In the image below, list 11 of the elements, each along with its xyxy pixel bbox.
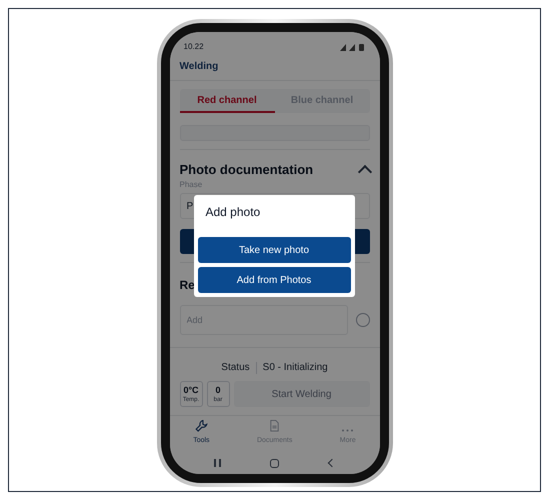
page-title: Welding [180,60,218,74]
status-label: Status [221,361,250,376]
status-time: 10.22 [184,40,204,53]
section-title: Photo documentation [180,160,314,179]
section-title: Re [180,278,195,292]
reading-value: 0 [215,386,220,395]
reading-value: 0°C [183,386,199,395]
dialog-title: Add photo [206,205,260,219]
status-value: S0 - Initializing [262,361,328,376]
field-label: Phase [178,179,204,192]
phase-value: P [186,200,194,214]
